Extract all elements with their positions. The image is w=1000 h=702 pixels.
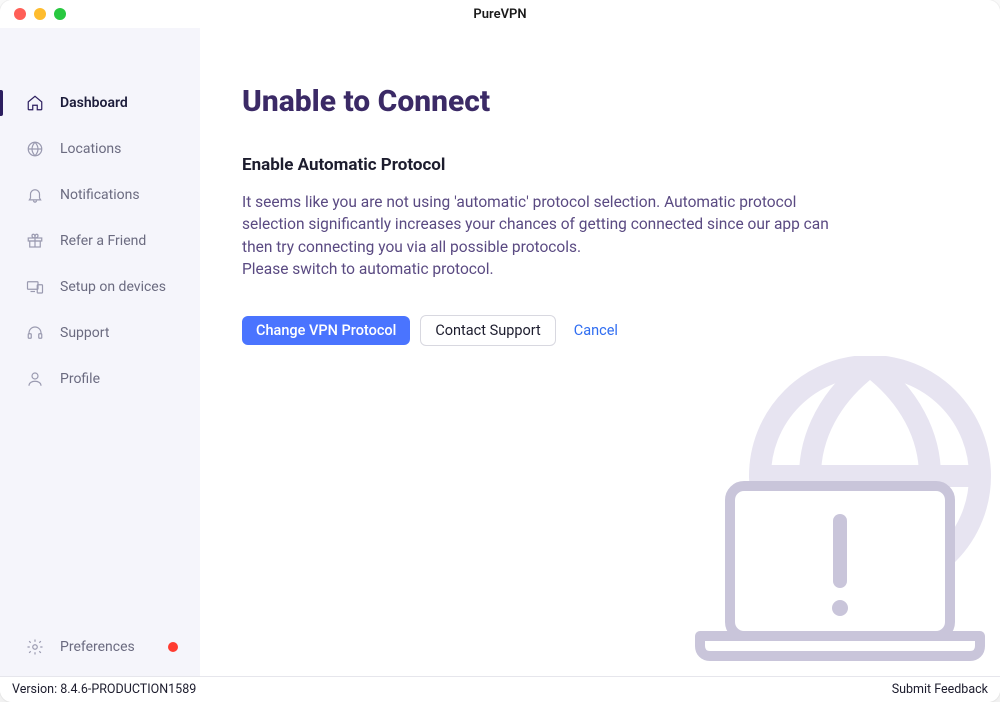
sidebar-item-setup-devices[interactable]: Setup on devices	[0, 264, 200, 310]
devices-icon	[26, 278, 44, 296]
cancel-button[interactable]: Cancel	[566, 316, 626, 345]
user-icon	[26, 370, 44, 388]
page-heading: Unable to Connect	[242, 84, 958, 119]
sidebar-item-label: Dashboard	[60, 95, 128, 111]
home-icon	[26, 94, 44, 112]
sidebar-item-label: Notifications	[60, 187, 140, 203]
window-controls	[0, 8, 66, 20]
sidebar-item-label: Profile	[60, 371, 100, 387]
change-protocol-button[interactable]: Change VPN Protocol	[242, 316, 410, 345]
sidebar-item-label: Setup on devices	[60, 279, 166, 295]
window-title: PureVPN	[0, 7, 1000, 22]
sidebar-item-label: Refer a Friend	[60, 233, 146, 249]
version-label: Version: 8.4.6-PRODUCTION1589	[12, 682, 196, 697]
submit-feedback-button[interactable]: Submit Feedback	[892, 682, 988, 697]
contact-support-button[interactable]: Contact Support	[420, 315, 555, 346]
globe-icon	[26, 140, 44, 158]
app-window: PureVPN Dashboard Locations	[0, 0, 1000, 702]
action-row: Change VPN Protocol Contact Support Canc…	[242, 315, 958, 346]
main-content: Unable to Connect Enable Automatic Proto…	[200, 28, 1000, 676]
headset-icon	[26, 324, 44, 342]
sidebar-item-dashboard[interactable]: Dashboard	[0, 80, 200, 126]
page-body-text: It seems like you are not using 'automat…	[242, 191, 862, 281]
sidebar-item-locations[interactable]: Locations	[0, 126, 200, 172]
sidebar-item-label: Support	[60, 325, 109, 341]
sidebar-footer: Preferences	[0, 624, 200, 676]
sidebar-item-profile[interactable]: Profile	[0, 356, 200, 402]
titlebar: PureVPN	[0, 0, 1000, 28]
zoom-window-button[interactable]	[54, 8, 66, 20]
close-window-button[interactable]	[14, 8, 26, 20]
sidebar-item-notifications[interactable]: Notifications	[0, 172, 200, 218]
app-body: Dashboard Locations Notifications	[0, 28, 1000, 676]
sidebar: Dashboard Locations Notifications	[0, 28, 200, 676]
sidebar-item-label: Locations	[60, 141, 121, 157]
sidebar-item-refer[interactable]: Refer a Friend	[0, 218, 200, 264]
sidebar-item-support[interactable]: Support	[0, 310, 200, 356]
sidebar-item-preferences[interactable]: Preferences	[0, 624, 200, 670]
bell-icon	[26, 186, 44, 204]
error-illustration	[640, 356, 1000, 676]
gift-icon	[26, 232, 44, 250]
gear-icon	[26, 638, 44, 656]
page-subheading: Enable Automatic Protocol	[242, 155, 958, 175]
statusbar: Version: 8.4.6-PRODUCTION1589 Submit Fee…	[0, 676, 1000, 702]
minimize-window-button[interactable]	[34, 8, 46, 20]
notification-dot-icon	[168, 642, 178, 652]
sidebar-nav: Dashboard Locations Notifications	[0, 80, 200, 624]
sidebar-item-label: Preferences	[60, 639, 135, 655]
